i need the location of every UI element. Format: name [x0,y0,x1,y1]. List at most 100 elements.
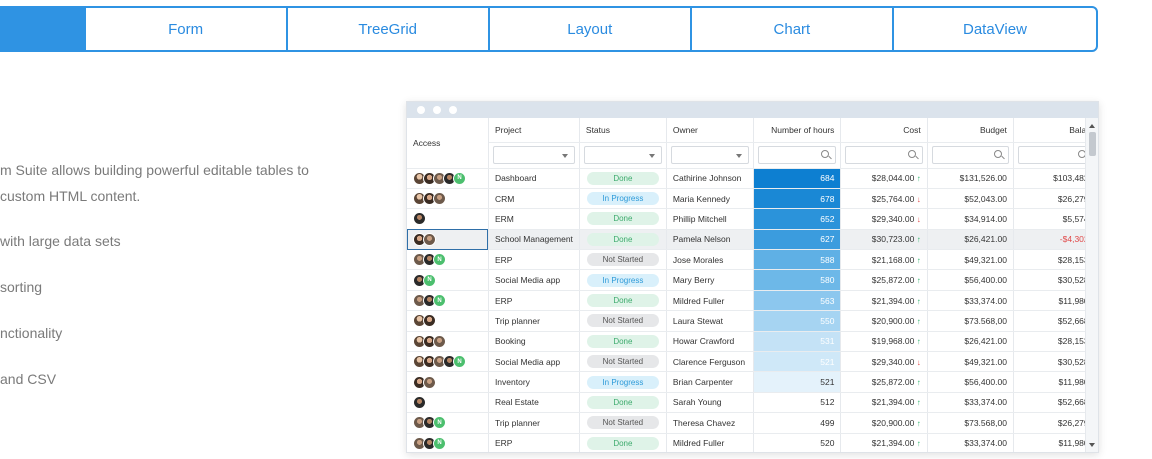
project-cell[interactable]: Real Estate [488,392,580,414]
budget-cell[interactable]: $33,374.00 [927,290,1014,312]
owner-cell[interactable]: Pamela Nelson [666,229,754,251]
access-cell[interactable]: N [407,351,489,373]
project-cell[interactable]: ERP [488,290,580,312]
owner-cell[interactable]: Mary Berry [666,269,754,291]
hours-cell[interactable]: 512 [753,392,842,414]
access-cell[interactable] [407,208,489,230]
scroll-down-icon[interactable] [1089,443,1095,447]
cost-cell[interactable]: $21,394.00 ↑ [840,433,928,452]
cost-cell[interactable]: $30,723.00 ↑ [840,229,928,251]
owner-filter[interactable] [666,142,754,169]
tab-grid[interactable] [0,8,84,50]
cost-cell[interactable]: $19,968.00 ↑ [840,331,928,353]
access-cell[interactable] [407,371,489,393]
owner-cell[interactable]: Mildred Fuller [666,433,754,452]
scroll-thumb[interactable] [1089,132,1096,156]
access-cell[interactable]: N [407,168,489,189]
hours-cell[interactable]: 499 [753,412,842,434]
owner-cell[interactable]: Phillip Mitchell [666,208,754,230]
status-cell[interactable]: Done [579,168,667,189]
access-cell[interactable] [407,310,489,332]
project-cell[interactable]: School Management [488,229,580,251]
cost-cell[interactable]: $29,340.00 ↓ [840,351,928,373]
hours-cell[interactable]: 588 [753,249,842,271]
cost-filter[interactable] [840,142,928,169]
table-row[interactable]: N Dashboard Done Cathirine Johnson 684 $28,04… [407,168,1098,189]
status-cell[interactable]: In Progress [579,269,667,291]
table-row[interactable]: School Management Done Pamela Nelson 627 $30… [407,229,1098,251]
access-cell[interactable] [407,229,489,251]
budget-cell[interactable]: $73.568,00 [927,412,1014,434]
table-row[interactable]: CRM In Progress Maria Kennedy 678 $25,764.00… [407,188,1098,210]
cost-cell[interactable]: $21,394.00 ↑ [840,290,928,312]
project-cell[interactable]: ERM [488,208,580,230]
cost-cell[interactable]: $20,900.00 ↑ [840,310,928,332]
column-header-cost[interactable]: Cost [840,118,928,143]
table-row[interactable]: N Social Media app In Progress Mary Berry 58… [407,269,1098,291]
owner-cell[interactable]: Theresa Chavez [666,412,754,434]
status-cell[interactable]: Done [579,290,667,312]
budget-cell[interactable]: $49,321.00 [927,351,1014,373]
table-row[interactable]: Inventory In Progress Brian Carpenter 521 $2… [407,371,1098,393]
column-header-status[interactable]: Status [579,118,667,143]
hours-cell[interactable]: 580 [753,269,842,291]
table-row[interactable]: N ERP Not Started Jose Morales 588 $21,168.00… [407,249,1098,271]
budget-cell[interactable]: $56,400.00 [927,269,1014,291]
cost-cell[interactable]: $20,900.00 ↑ [840,412,928,434]
tab-treegrid[interactable]: TreeGrid [285,8,488,50]
owner-cell[interactable]: Brian Carpenter [666,371,754,393]
status-cell[interactable]: In Progress [579,371,667,393]
hours-cell[interactable]: 627 [753,229,842,251]
status-cell[interactable]: Done [579,208,667,230]
budget-cell[interactable]: $73.568,00 [927,310,1014,332]
table-row[interactable]: Trip planner Not Started Laura Stewat 550 $2… [407,310,1098,332]
hours-cell[interactable]: 521 [753,371,842,393]
project-filter[interactable] [488,142,580,169]
status-cell[interactable]: Not Started [579,412,667,434]
tab-dataview[interactable]: DataView [891,8,1096,50]
access-cell[interactable]: N [407,412,489,434]
status-cell[interactable]: Done [579,392,667,414]
project-cell[interactable]: Social Media app [488,351,580,373]
cost-cell[interactable]: $25,872.00 ↑ [840,371,928,393]
owner-cell[interactable]: Maria Kennedy [666,188,754,210]
status-filter[interactable] [579,142,667,169]
table-row[interactable]: ERM Done Phillip Mitchell 652 $29,340.00 ↓ $3… [407,208,1098,230]
cost-cell[interactable]: $25,764.00 ↓ [840,188,928,210]
table-row[interactable]: Real Estate Done Sarah Young 512 $21,394.00 … [407,392,1098,414]
table-row[interactable]: N ERP Done Mildred Fuller 520 $21,394.00 ↑ $33… [407,433,1098,452]
budget-cell[interactable]: $56,400.00 [927,371,1014,393]
project-cell[interactable]: Dashboard [488,168,580,189]
status-cell[interactable]: Done [579,229,667,251]
access-cell[interactable]: N [407,290,489,312]
column-header-project[interactable]: Project [488,118,580,143]
hours-filter[interactable] [753,142,842,169]
hours-cell[interactable]: 550 [753,310,842,332]
status-cell[interactable]: Not Started [579,310,667,332]
tab-form[interactable]: Form [83,8,286,50]
access-cell[interactable]: N [407,249,489,271]
cost-cell[interactable]: $25,872.00 ↑ [840,269,928,291]
table-row[interactable]: Booking Done Howar Crawford 531 $19,968.00 ↑… [407,331,1098,353]
project-cell[interactable]: Social Media app [488,269,580,291]
table-row[interactable]: N Trip planner Not Started Theresa Chavez 49… [407,412,1098,434]
access-cell[interactable] [407,392,489,414]
access-cell[interactable] [407,188,489,210]
hours-cell[interactable]: 652 [753,208,842,230]
status-cell[interactable]: In Progress [579,188,667,210]
hours-cell[interactable]: 521 [753,351,842,373]
hours-cell[interactable]: 563 [753,290,842,312]
project-cell[interactable]: ERP [488,433,580,452]
project-cell[interactable]: CRM [488,188,580,210]
owner-cell[interactable]: Howar Crawford [666,331,754,353]
budget-cell[interactable]: $131,526.00 [927,168,1014,189]
owner-cell[interactable]: Sarah Young [666,392,754,414]
access-cell[interactable]: N [407,433,489,452]
vertical-scrollbar[interactable] [1085,118,1098,452]
project-cell[interactable]: Booking [488,331,580,353]
status-cell[interactable]: Not Started [579,249,667,271]
budget-cell[interactable]: $33,374.00 [927,433,1014,452]
cost-cell[interactable]: $21,168.00 ↑ [840,249,928,271]
status-cell[interactable]: Not Started [579,351,667,373]
budget-cell[interactable]: $52,043.00 [927,188,1014,210]
